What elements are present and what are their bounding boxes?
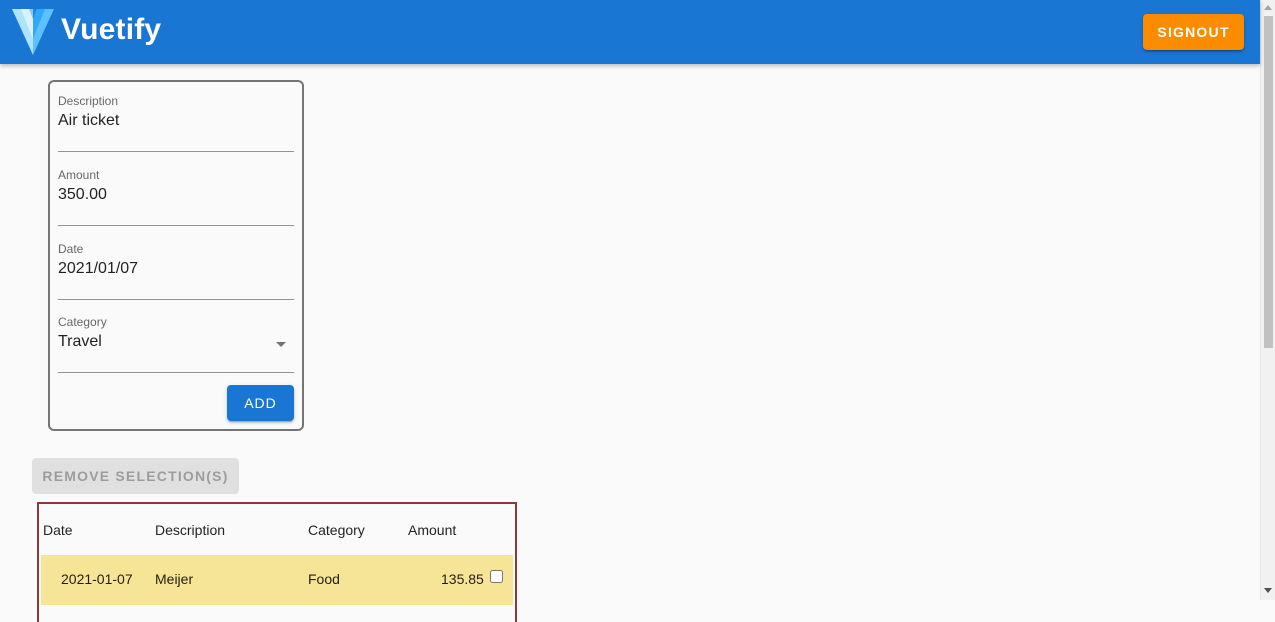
table-row[interactable]: 2021-01-07 Meijer Food 135.85 [41,555,513,605]
scroll-up-arrow-icon[interactable] [1264,5,1272,10]
signout-button[interactable]: SIGNOUT [1143,14,1244,50]
header-description[interactable]: Description [155,522,225,538]
row-date: 2021-01-07 [61,571,133,587]
expense-form: Description Amount Date Category Travel … [48,80,304,431]
category-value[interactable]: Travel [58,333,268,351]
scroll-down-arrow-icon[interactable] [1264,588,1272,593]
amount-input[interactable] [58,186,268,204]
category-select[interactable]: Category Travel [58,315,294,373]
description-field[interactable]: Description [58,94,294,152]
row-select-checkbox[interactable] [490,570,503,583]
remove-selections-button[interactable]: REMOVE SELECTION(S) [32,458,239,494]
scrollbar-thumb[interactable] [1264,16,1273,348]
add-button[interactable]: ADD [227,385,294,421]
app-title: Vuetify [61,13,162,46]
header-category[interactable]: Category [308,522,365,538]
expense-table: Date Description Category Amount 2021-01… [37,502,517,622]
amount-field[interactable]: Amount [58,168,294,226]
header-date[interactable]: Date [43,522,73,538]
amount-label: Amount [58,168,100,182]
description-input[interactable] [58,112,268,130]
date-input[interactable] [58,260,268,278]
category-label: Category [58,315,107,329]
row-category: Food [308,571,340,587]
description-label: Description [58,94,119,108]
header-amount[interactable]: Amount [408,522,456,538]
app-bar: Vuetify SIGNOUT [0,0,1260,64]
page-scrollbar[interactable] [1260,0,1275,600]
menu-down-icon[interactable] [276,342,286,347]
row-description: Meijer [155,571,194,587]
row-amount: 135.85 [441,571,484,587]
vuetify-logo-icon [12,9,54,55]
date-field[interactable]: Date [58,242,294,300]
date-label: Date [58,242,84,256]
